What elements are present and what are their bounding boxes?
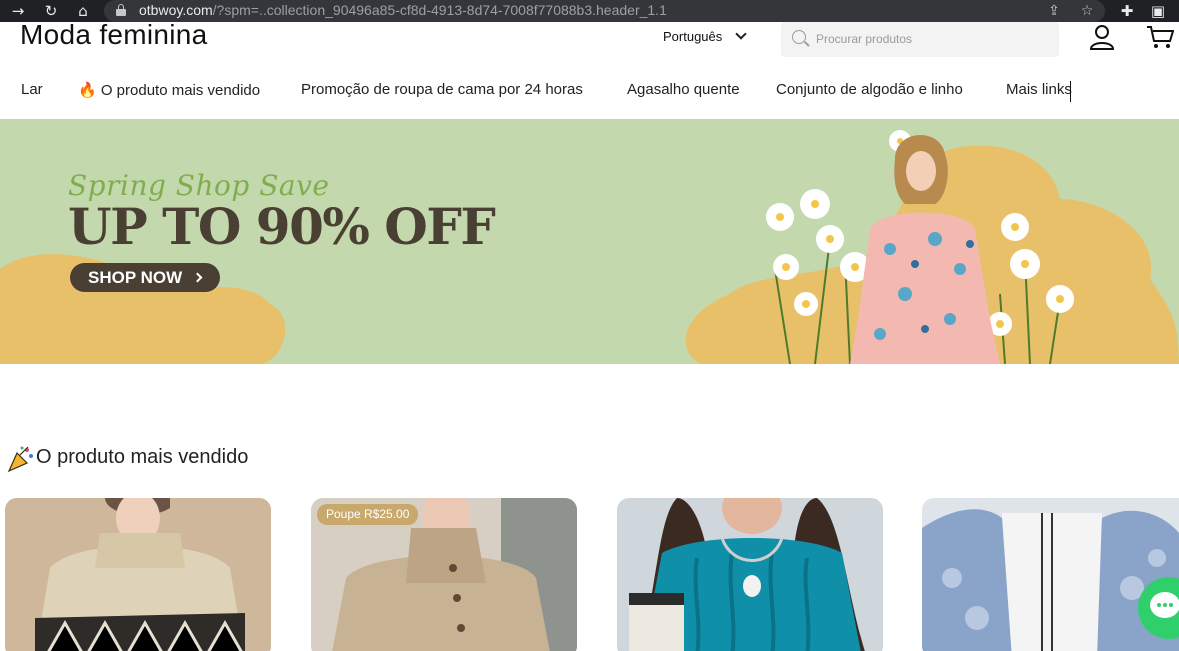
hero-banner[interactable]: Spring Shop Save UP TO 90% OFF SHOP NOW bbox=[0, 119, 1179, 364]
nav-item-more-links[interactable]: Mais links bbox=[1006, 81, 1072, 98]
shop-now-label: SHOP NOW bbox=[88, 268, 183, 287]
chat-dot bbox=[1157, 603, 1161, 607]
section-title: O produto mais vendido bbox=[36, 446, 249, 468]
product-card[interactable] bbox=[5, 498, 271, 651]
nav-item-cotton-linen-sets[interactable]: Conjunto de algodão e linho bbox=[776, 81, 963, 98]
extensions-puzzle-icon[interactable]: ✚ bbox=[1117, 1, 1137, 21]
product-image bbox=[5, 498, 271, 651]
search-icon[interactable] bbox=[792, 30, 806, 44]
chat-dot bbox=[1163, 603, 1167, 607]
url-host: otbwoy.com bbox=[139, 2, 213, 18]
address-bar[interactable]: otbwoy.com/?spm=..collection_90496a85-cf… bbox=[104, 0, 1105, 22]
chevron-right-icon bbox=[192, 272, 203, 283]
nav-item-bedding-promo[interactable]: Promoção de roupa de cama por 24 horas bbox=[301, 81, 583, 98]
chat-dot bbox=[1169, 603, 1173, 607]
party-popper-icon bbox=[7, 446, 33, 473]
main-navigation: Lar 🔥 O produto mais vendido Promoção de… bbox=[0, 78, 1179, 104]
product-card[interactable]: Poupe R$25.00 bbox=[311, 498, 577, 651]
url-path: /?spm=..collection_90496a85-cf8d-4913-8d… bbox=[212, 2, 667, 18]
nav-item-home[interactable]: Lar bbox=[21, 81, 43, 98]
text-cursor bbox=[1070, 81, 1071, 102]
shop-now-button[interactable]: SHOP NOW bbox=[70, 263, 220, 292]
search-box[interactable] bbox=[781, 22, 1059, 57]
chevron-down-icon[interactable] bbox=[735, 28, 747, 40]
lock-icon bbox=[116, 4, 126, 16]
language-selector[interactable]: Português bbox=[663, 29, 722, 44]
search-input[interactable] bbox=[816, 29, 1046, 49]
user-account-icon[interactable] bbox=[1089, 24, 1115, 50]
product-card[interactable] bbox=[922, 498, 1179, 651]
star-bookmark-icon[interactable]: ☆ bbox=[1077, 1, 1097, 21]
banner-headline: UP TO 90% OFF bbox=[68, 197, 496, 256]
cart-icon[interactable] bbox=[1146, 24, 1174, 50]
share-icon[interactable]: ⇪ bbox=[1044, 1, 1064, 21]
home-icon[interactable]: ⌂ bbox=[73, 1, 93, 21]
product-card[interactable] bbox=[617, 498, 883, 651]
product-image bbox=[617, 498, 883, 651]
reload-icon[interactable]: ↻ bbox=[41, 1, 61, 21]
discount-badge: Poupe R$25.00 bbox=[317, 504, 419, 525]
side-panel-icon[interactable]: ▣ bbox=[1148, 1, 1168, 21]
url-text: otbwoy.com/?spm=..collection_90496a85-cf… bbox=[139, 2, 667, 18]
forward-arrow-icon[interactable]: → bbox=[8, 1, 28, 21]
store-logo-text[interactable]: Moda feminina bbox=[20, 19, 208, 51]
nav-item-warm-coats[interactable]: Agasalho quente bbox=[627, 81, 740, 98]
nav-item-best-sellers[interactable]: 🔥 O produto mais vendido bbox=[78, 81, 260, 99]
product-image bbox=[922, 498, 1179, 651]
